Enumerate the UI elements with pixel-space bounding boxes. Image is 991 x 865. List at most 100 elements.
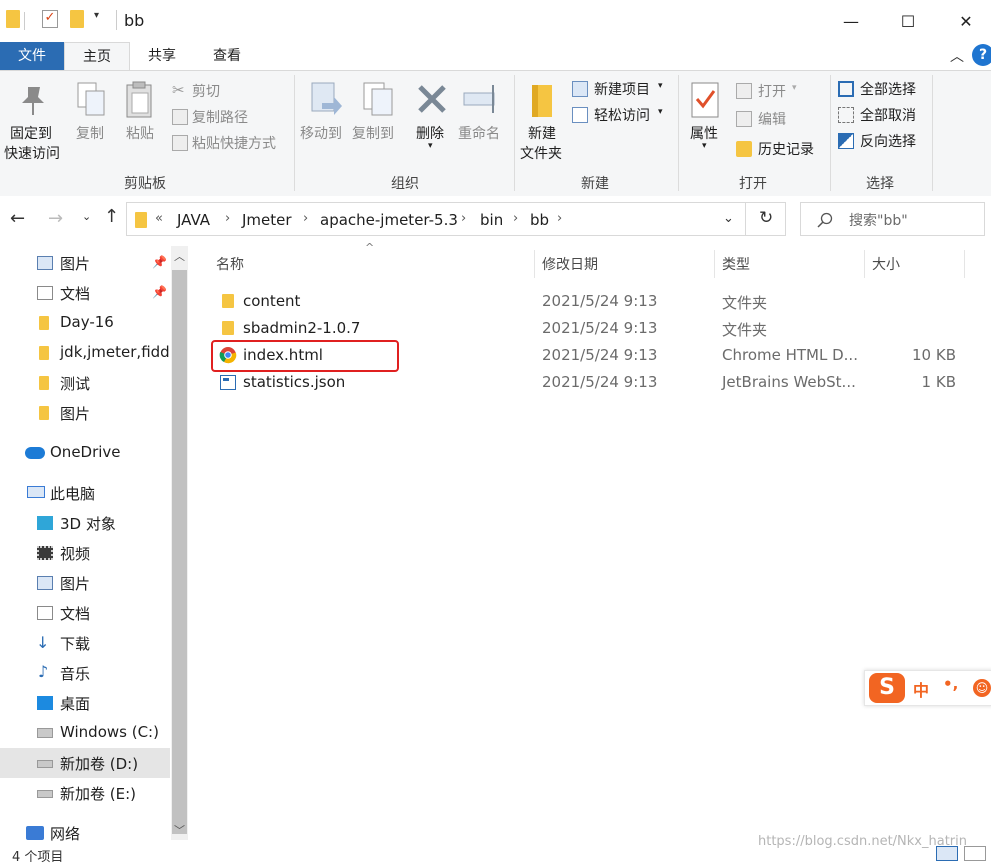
sidebar-item-desktop[interactable]: 桌面 — [0, 688, 170, 718]
sidebar-item-this-pc[interactable]: 此电脑 — [0, 478, 170, 508]
new-item-button[interactable]: 新建项目 ▾ — [572, 79, 672, 101]
column-header-date[interactable]: 修改日期 — [542, 254, 598, 274]
properties-button[interactable]: 属性 ▾ — [686, 81, 728, 161]
large-icons-view-icon[interactable] — [964, 846, 986, 861]
select-all-button[interactable]: 全部选择 — [838, 79, 928, 101]
copy-button[interactable]: 复制 — [72, 81, 112, 151]
help-icon[interactable]: ? — [972, 44, 991, 66]
breadcrumb-chevron-icon[interactable]: › — [557, 211, 562, 226]
scroll-down-icon[interactable]: ﹀ — [174, 822, 185, 838]
column-divider[interactable] — [714, 250, 715, 278]
file-row-statistics-json[interactable]: statistics.json 2021/5/24 9:13 JetBrains… — [200, 369, 980, 396]
tab-file[interactable]: 文件 — [0, 42, 64, 70]
sidebar-item-drive-e[interactable]: 新加卷 (E:) — [0, 778, 170, 808]
ime-punctuation[interactable]: •, — [943, 675, 958, 693]
ime-toolbar[interactable]: S 中 •, ☺ — [864, 670, 991, 706]
new-folder-quick-icon[interactable] — [70, 10, 84, 28]
breadcrumb-chevron-icon[interactable]: › — [303, 211, 308, 226]
details-view-icon[interactable] — [936, 846, 958, 861]
file-size: 1 KB — [921, 373, 956, 391]
tab-home[interactable]: 主页 — [64, 42, 130, 71]
new-folder-button[interactable]: 新建 文件夹 — [520, 81, 570, 171]
ime-mode[interactable]: 中 — [913, 677, 929, 701]
breadcrumb-jmeter[interactable]: Jmeter — [242, 211, 292, 229]
invert-selection-button[interactable]: 反向选择 — [838, 131, 928, 153]
breadcrumb-bb[interactable]: bb — [530, 211, 549, 229]
breadcrumb-chevron-icon[interactable]: › — [461, 211, 466, 226]
sidebar-item-documents[interactable]: 文档 — [0, 598, 170, 628]
delete-button[interactable]: 删除 ▾ — [412, 81, 452, 153]
copy-path-button[interactable]: 复制路径 — [172, 107, 282, 129]
sidebar-item-videos[interactable]: 视频 — [0, 538, 170, 568]
maximize-button[interactable]: ☐ — [888, 6, 928, 36]
column-header-name[interactable]: 名称 — [216, 254, 244, 274]
sidebar-item-pictures-folder[interactable]: 图片 — [0, 398, 170, 428]
sidebar-item-jdk-jmeter[interactable]: jdk,jmeter,fiddl — [0, 338, 170, 368]
move-to-button[interactable]: 移动到 — [300, 81, 350, 153]
customize-quick-access-icon[interactable]: ▾ — [94, 10, 99, 21]
column-divider[interactable] — [864, 250, 865, 278]
delete-dropdown-icon[interactable]: ▾ — [428, 141, 433, 151]
sidebar-item-onedrive[interactable]: OneDrive — [0, 438, 170, 468]
search-icon — [817, 212, 833, 228]
sidebar-scrollbar-thumb[interactable] — [172, 270, 187, 834]
refresh-icon[interactable]: ↻ — [759, 208, 773, 228]
breadcrumb-overflow[interactable]: « — [155, 211, 163, 226]
breadcrumb-apache-jmeter[interactable]: apache-jmeter-5.3 — [320, 211, 458, 229]
sidebar-item-day-16[interactable]: Day-16 — [0, 308, 170, 338]
easy-access-button[interactable]: 轻松访问 ▾ — [572, 105, 672, 127]
new-group-label: 新建 — [581, 176, 609, 192]
pin-quick-access-button[interactable]: 固定到 快速访问 — [4, 81, 66, 171]
cut-button[interactable]: ✂ 剪切 — [172, 81, 282, 103]
column-header-size[interactable]: 大小 — [872, 254, 900, 274]
sogou-logo-icon[interactable]: S — [869, 673, 905, 703]
recent-locations-chevron-icon[interactable]: ⌄ — [82, 210, 91, 223]
back-arrow-icon[interactable]: ← — [10, 208, 25, 229]
up-arrow-icon[interactable]: ↑ — [104, 206, 119, 227]
sidebar-item-drive-d[interactable]: 新加卷 (D:) — [0, 748, 170, 778]
sidebar-item-music[interactable]: ♪ 音乐 — [0, 658, 170, 688]
forward-arrow-icon[interactable]: → — [48, 208, 63, 229]
properties-dropdown-icon[interactable]: ▾ — [702, 141, 707, 151]
sidebar-item-pictures[interactable]: 图片 — [0, 568, 170, 598]
tab-share[interactable]: 共享 — [132, 42, 192, 70]
copy-to-button[interactable]: 复制到 — [352, 81, 402, 153]
file-type: Chrome HTML D... — [722, 346, 858, 364]
pictures-icon — [37, 256, 53, 270]
paste-shortcut-button[interactable]: 粘贴快捷方式 — [172, 133, 292, 155]
breadcrumb-chevron-icon[interactable]: › — [225, 211, 230, 226]
select-none-button[interactable]: 全部取消 — [838, 105, 928, 127]
sidebar-item-test[interactable]: 测试 — [0, 368, 170, 398]
sidebar-item-documents-pinned[interactable]: 文档 📌 — [0, 278, 170, 308]
column-header-type[interactable]: 类型 — [722, 254, 750, 274]
emoji-icon[interactable]: ☺ — [973, 679, 991, 697]
sidebar-item-drive-c[interactable]: Windows (C:) — [0, 718, 170, 748]
tab-view[interactable]: 查看 — [196, 42, 258, 70]
address-bar[interactable]: « JAVA › Jmeter › apache-jmeter-5.3 › bi… — [126, 202, 786, 236]
scroll-up-icon[interactable]: ︿ — [174, 248, 185, 264]
open-button[interactable]: 打开 ▾ — [736, 81, 816, 103]
close-button[interactable]: ✕ — [946, 6, 986, 36]
sidebar-item-3d-objects[interactable]: 3D 对象 — [0, 508, 170, 538]
file-row-content[interactable]: content 2021/5/24 9:13 文件夹 — [200, 288, 980, 315]
history-button[interactable]: 历史记录 — [736, 139, 826, 161]
rename-button[interactable]: 重命名 — [458, 81, 508, 153]
collapse-ribbon-icon[interactable]: ︿ — [950, 46, 964, 66]
edit-button[interactable]: 编辑 — [736, 109, 816, 131]
sidebar-item-pictures-pinned[interactable]: 图片 📌 — [0, 248, 170, 278]
address-dropdown-icon[interactable]: ⌄ — [723, 211, 734, 226]
breadcrumb-chevron-icon[interactable]: › — [513, 211, 518, 226]
column-divider[interactable] — [964, 250, 965, 278]
breadcrumb-bin[interactable]: bin — [480, 211, 503, 229]
paste-button[interactable]: 粘贴 — [120, 81, 160, 151]
sidebar-item-downloads[interactable]: ↓ 下载 — [0, 628, 170, 658]
folder-icon — [222, 294, 234, 308]
sidebar-item-network[interactable]: 网络 — [0, 818, 170, 848]
column-divider[interactable] — [534, 250, 535, 278]
minimize-button[interactable]: — — [831, 6, 871, 36]
search-box[interactable]: 搜索"bb" — [800, 202, 985, 236]
file-row-sbadmin2[interactable]: sbadmin2-1.0.7 2021/5/24 9:13 文件夹 — [200, 315, 980, 342]
sidebar-item-label: 新加卷 (E:) — [60, 785, 137, 803]
breadcrumb-java[interactable]: JAVA — [177, 211, 210, 229]
properties-quick-icon[interactable]: ✓ — [42, 10, 58, 28]
